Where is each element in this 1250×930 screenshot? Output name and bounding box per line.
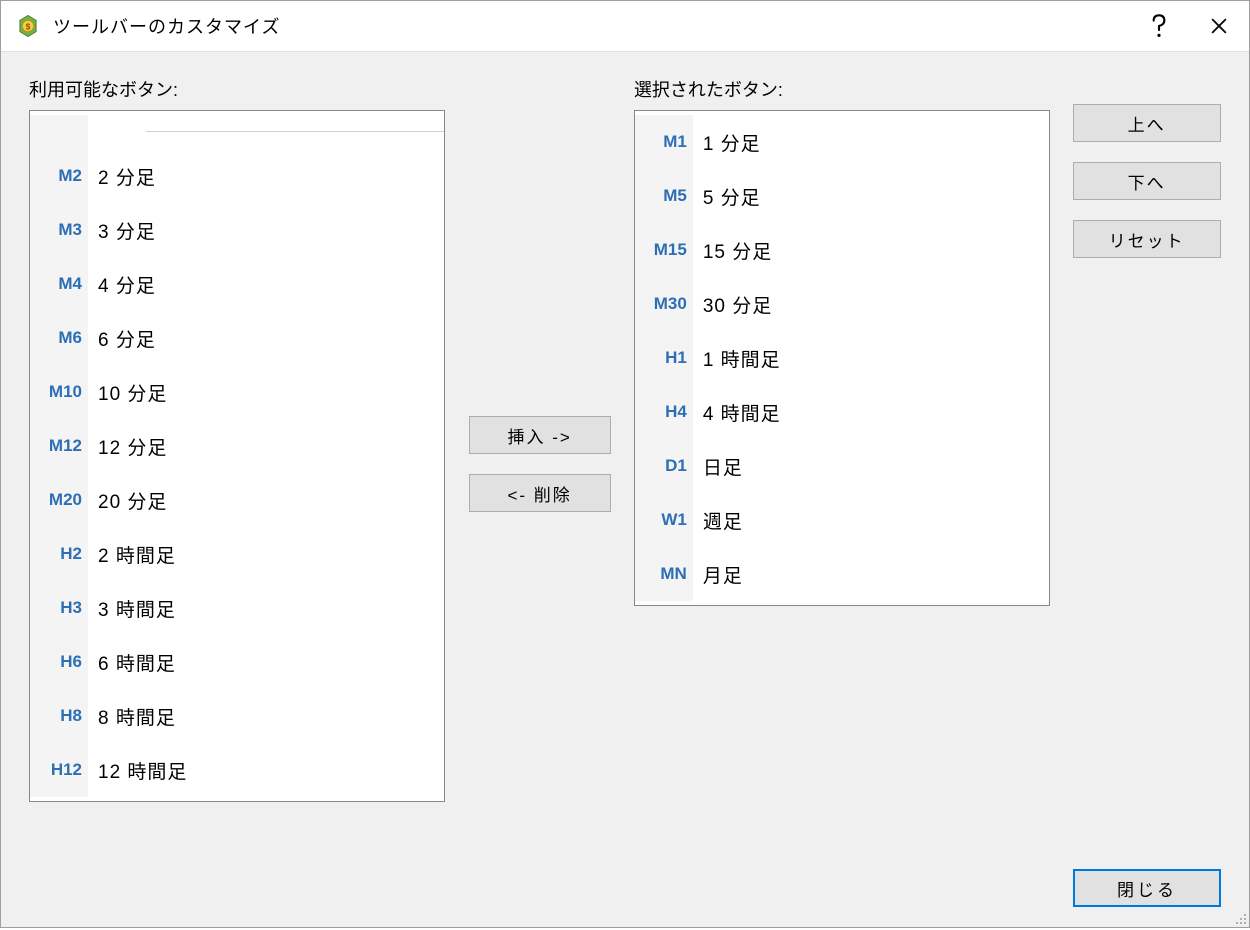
selected-listbox[interactable]: M11 分足M55 分足M1515 分足M3030 分足H11 時間足H44 時… <box>634 110 1050 606</box>
timeframe-code: D1 <box>635 439 693 493</box>
available-item[interactable]: M22 分足 <box>30 149 444 203</box>
order-buttons: 上へ 下へ リセット <box>1072 104 1221 258</box>
reset-button[interactable]: リセット <box>1073 220 1221 258</box>
timeframe-label: 4 時間足 <box>693 399 781 426</box>
timeframe-label: 1 分足 <box>693 129 761 156</box>
available-item[interactable]: M1212 分足 <box>30 419 444 473</box>
timeframe-label: 4 分足 <box>88 271 156 298</box>
selected-item[interactable]: W1週足 <box>635 493 1049 547</box>
available-item[interactable]: H88 時間足 <box>30 689 444 743</box>
app-icon: $ <box>15 13 41 39</box>
timeframe-code: M5 <box>635 169 693 223</box>
available-item[interactable]: M44 分足 <box>30 257 444 311</box>
selected-item[interactable]: M1515 分足 <box>635 223 1049 277</box>
client-area: 利用可能なボタン: M22 分足M33 分足M44 分足M66 分足M1010 … <box>1 51 1249 927</box>
available-column: 利用可能なボタン: M22 分足M33 分足M44 分足M66 分足M1010 … <box>29 76 445 802</box>
timeframe-code: H12 <box>30 743 88 797</box>
timeframe-code: M1 <box>635 115 693 169</box>
timeframe-label: 3 時間足 <box>88 595 176 622</box>
resize-grip-icon[interactable] <box>1231 909 1247 925</box>
move-down-button[interactable]: 下へ <box>1073 162 1221 200</box>
insert-button[interactable]: 挿入 -> <box>469 416 611 454</box>
timeframe-label: 5 分足 <box>693 183 761 210</box>
window-title: ツールバーのカスタマイズ <box>53 13 1129 39</box>
timeframe-label: 3 分足 <box>88 217 156 244</box>
timeframe-code: M6 <box>30 311 88 365</box>
selected-label: 選択されたボタン: <box>634 76 1050 102</box>
timeframe-code: M20 <box>30 473 88 527</box>
available-item[interactable]: H22 時間足 <box>30 527 444 581</box>
dialog-buttons: 閉じる <box>1073 869 1221 907</box>
timeframe-label: 12 分足 <box>88 433 167 460</box>
close-button[interactable]: 閉じる <box>1073 869 1221 907</box>
timeframe-label: 週足 <box>693 507 743 534</box>
timeframe-code: M2 <box>30 149 88 203</box>
available-item[interactable]: H66 時間足 <box>30 635 444 689</box>
timeframe-code: MN <box>635 547 693 601</box>
timeframe-code: H2 <box>30 527 88 581</box>
selected-column: 選択されたボタン: M11 分足M55 分足M1515 分足M3030 分足H1… <box>634 76 1050 606</box>
remove-button[interactable]: <- 削除 <box>469 474 611 512</box>
timeframe-label: 15 分足 <box>693 237 772 264</box>
available-item[interactable]: M33 分足 <box>30 203 444 257</box>
timeframe-code: M10 <box>30 365 88 419</box>
timeframe-label: 12 時間足 <box>88 757 187 784</box>
timeframe-code: M30 <box>635 277 693 331</box>
selected-item[interactable]: M55 分足 <box>635 169 1049 223</box>
timeframe-code: M12 <box>30 419 88 473</box>
timeframe-label: 10 分足 <box>88 379 167 406</box>
timeframe-label: 日足 <box>693 453 743 480</box>
selected-item[interactable]: D1日足 <box>635 439 1049 493</box>
available-item[interactable]: H1212 時間足 <box>30 743 444 797</box>
selected-item[interactable]: MN月足 <box>635 547 1049 601</box>
selected-item[interactable]: H11 時間足 <box>635 331 1049 385</box>
available-label: 利用可能なボタン: <box>29 76 445 102</box>
customize-toolbar-window: $ ツールバーのカスタマイズ 利用可能なボタン: <box>0 0 1250 928</box>
timeframe-label: 1 時間足 <box>693 345 781 372</box>
help-button[interactable] <box>1129 1 1189 51</box>
timeframe-label: 2 時間足 <box>88 541 176 568</box>
available-item[interactable]: M1010 分足 <box>30 365 444 419</box>
timeframe-code: M3 <box>30 203 88 257</box>
timeframe-label: 2 分足 <box>88 163 156 190</box>
timeframe-code: H1 <box>635 331 693 385</box>
timeframe-label: 30 分足 <box>693 291 772 318</box>
available-listbox[interactable]: M22 分足M33 分足M44 分足M66 分足M1010 分足M1212 分足… <box>29 110 445 802</box>
timeframe-code: H3 <box>30 581 88 635</box>
titlebar: $ ツールバーのカスタマイズ <box>1 1 1249 51</box>
available-item[interactable]: M66 分足 <box>30 311 444 365</box>
timeframe-label: 月足 <box>693 561 743 588</box>
timeframe-label: 20 分足 <box>88 487 167 514</box>
timeframe-label: 6 分足 <box>88 325 156 352</box>
selected-item[interactable]: M11 分足 <box>635 115 1049 169</box>
selected-item[interactable]: H44 時間足 <box>635 385 1049 439</box>
timeframe-code: W1 <box>635 493 693 547</box>
svg-text:$: $ <box>26 22 31 31</box>
selected-item[interactable]: M3030 分足 <box>635 277 1049 331</box>
available-item[interactable]: M2020 分足 <box>30 473 444 527</box>
timeframe-label: 6 時間足 <box>88 649 176 676</box>
move-up-button[interactable]: 上へ <box>1073 104 1221 142</box>
available-item[interactable]: H33 時間足 <box>30 581 444 635</box>
timeframe-code: M4 <box>30 257 88 311</box>
close-window-button[interactable] <box>1189 1 1249 51</box>
timeframe-code: M15 <box>635 223 693 277</box>
transfer-buttons: 挿入 -> <- 削除 <box>445 416 633 512</box>
timeframe-label: 8 時間足 <box>88 703 176 730</box>
timeframe-code: H4 <box>635 385 693 439</box>
timeframe-code: H8 <box>30 689 88 743</box>
timeframe-code: H6 <box>30 635 88 689</box>
separator-item[interactable] <box>30 115 444 149</box>
